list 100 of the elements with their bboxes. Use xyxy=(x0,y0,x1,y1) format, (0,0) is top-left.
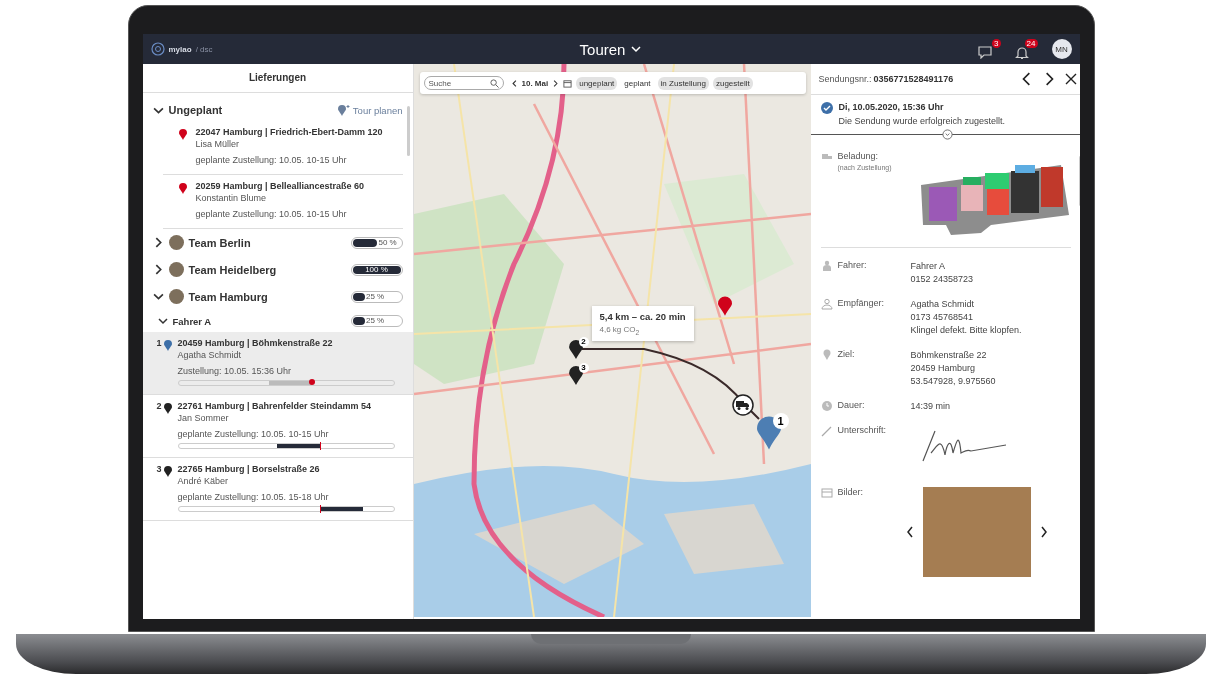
truck-icon xyxy=(731,394,754,416)
field-label: Empfänger: xyxy=(837,298,886,308)
stop-number: 3 xyxy=(156,464,162,476)
field-value: 14:39 min xyxy=(910,400,951,413)
delivery-time: geplante Zustellung: 10.05. 10-15 Uhr xyxy=(177,429,330,439)
field-value: Klingel defekt. Bitte klopfen. xyxy=(910,324,1022,337)
shipment-number-label: Sendungsnr.: xyxy=(818,74,872,84)
view-dropdown[interactable]: Touren xyxy=(579,40,643,58)
field-value: 0173 45768541 xyxy=(910,311,975,324)
messages-button[interactable]: 3 xyxy=(977,39,1001,59)
chevron-down-icon xyxy=(157,316,168,326)
scrollbar[interactable] xyxy=(406,106,410,156)
stop-number: 3 xyxy=(578,363,589,373)
delivery-time: Zustellung: 10.05. 15:36 Uhr xyxy=(177,366,293,376)
percent-label: 50 % xyxy=(377,237,397,248)
delivery-time: geplante Zustellung: 10.05. 15-18 Uhr xyxy=(177,492,330,502)
percent-label: 25 % xyxy=(365,291,385,302)
filter-chip[interactable]: zugestellt xyxy=(712,76,753,90)
map-pin-icon xyxy=(163,466,172,477)
field-value: 20459 Hamburg xyxy=(910,362,977,375)
team-toggle[interactable]: Team Hamburg xyxy=(152,289,268,304)
route-distance: 5,4 km – ca. 20 min xyxy=(599,311,686,322)
date-label: 10. Mai xyxy=(521,78,549,88)
group-toggle[interactable]: Ungeplant xyxy=(152,104,223,116)
recipient-name: André Käber xyxy=(177,475,230,487)
panel-title: Lieferungen xyxy=(142,64,413,93)
pin-plus-icon xyxy=(337,104,350,116)
count-badge: 24 xyxy=(1024,38,1038,48)
count-badge: 3 xyxy=(992,39,1001,48)
user-avatar[interactable]: MN xyxy=(1051,39,1072,59)
map-pin-icon xyxy=(568,340,583,359)
stop-number: 2 xyxy=(156,401,162,413)
co2-label: 4,6 kg CO$_{2}$ xyxy=(599,325,641,336)
percent-label: 25 % xyxy=(365,316,385,326)
field-label: Dauer: xyxy=(837,400,866,410)
recipient-name: Lisa Müller xyxy=(195,138,240,150)
delivery-time: geplante Zustellung: 10.05. 10-15 Uhr xyxy=(195,155,348,165)
avatar-placeholder xyxy=(168,235,184,250)
chevron-right-icon[interactable] xyxy=(1038,525,1049,539)
field-value: Fahrer A xyxy=(910,260,946,273)
recipient-name: Jan Sommer xyxy=(177,412,230,424)
stop-number: 2 xyxy=(578,337,589,347)
chat-icon xyxy=(977,46,992,59)
delivery-address: 22765 Hamburg | Borselstraße 26 xyxy=(177,464,321,475)
field-label: Unterschrift: xyxy=(837,425,887,435)
status-message: Die Sendung wurde erfolgreich zugestellt. xyxy=(838,116,1007,126)
recipient-name: Agatha Schmidt xyxy=(177,349,243,361)
avatar-placeholder xyxy=(168,289,184,304)
map-pin-icon xyxy=(163,403,172,414)
delivery-address: 20259 Hamburg | Bellealliancestraße 60 xyxy=(195,181,366,192)
stop-item[interactable]: 2 22761 Hamburg | Bahrenfelder Steindamm 54 Jan Sommer geplante Zustellung: 10.05. 10-15 Uhr xyxy=(142,395,413,458)
search-field[interactable]: Suche xyxy=(423,76,504,90)
filter-chip[interactable]: geplant xyxy=(621,76,654,90)
team-toggle[interactable]: Team Berlin xyxy=(152,235,251,250)
field-label: Bilder: xyxy=(837,487,864,497)
expand-icon[interactable] xyxy=(942,129,953,140)
filter-chip[interactable]: ungeplant xyxy=(576,76,618,90)
check-circle-icon xyxy=(820,102,833,114)
map-pin-icon xyxy=(568,366,583,385)
delivery-address: 22047 Hamburg | Friedrich-Ebert-Damm 120 xyxy=(195,127,384,138)
chevron-left-icon[interactable] xyxy=(904,525,915,539)
filter-chip[interactable]: in Zustellung xyxy=(657,76,709,90)
field-value: Böhmkenstraße 22 xyxy=(910,349,988,362)
map-pin-icon xyxy=(178,183,187,194)
notifications-button[interactable]: 24 xyxy=(1014,38,1038,60)
logo-text: mylao xyxy=(168,44,192,54)
shipment-number: 0356771528491176 xyxy=(873,74,954,84)
stop-item[interactable]: 3 22765 Hamburg | Borselstraße 26 André Käber geplante Zustellung: 10.05. 15-18 Uhr xyxy=(142,458,413,521)
avatar-placeholder xyxy=(168,262,184,277)
field-value: 0152 24358723 xyxy=(910,273,974,286)
delivery-address: 20459 Hamburg | Böhmkenstraße 22 xyxy=(177,338,334,349)
chevron-down-icon xyxy=(630,44,643,54)
previous-icon[interactable] xyxy=(1020,72,1033,86)
stop-item[interactable]: 1 20459 Hamburg | Böhmkenstraße 22 Agatha Schmidt Zustellung: 10.05. 15:36 Uhr xyxy=(142,332,413,395)
recipient-name: Konstantin Blume xyxy=(195,192,268,204)
map-pin-icon xyxy=(178,129,187,140)
team-toggle[interactable]: Team Heidelberg xyxy=(152,262,277,277)
plan-tour-link[interactable]: Tour planen xyxy=(337,104,403,116)
field-label: Beladung: xyxy=(837,151,880,161)
chevron-left-icon[interactable] xyxy=(510,78,518,88)
image-icon xyxy=(820,487,833,499)
percent-label: 100 % xyxy=(364,264,389,275)
field-value: 53.547928, 9.975560 xyxy=(910,375,996,388)
calendar-icon[interactable] xyxy=(563,78,573,88)
logo-suffix: / dsc xyxy=(195,44,213,54)
person-outline-icon xyxy=(820,298,833,310)
field-label: Fahrer: xyxy=(837,260,868,270)
field-value: Agatha Schmidt xyxy=(910,298,976,311)
bell-icon xyxy=(1014,45,1029,60)
chevron-down-icon xyxy=(152,291,164,302)
pen-icon xyxy=(820,425,833,437)
close-icon[interactable] xyxy=(1064,73,1077,85)
delivery-address: 22761 Hamburg | Bahrenfelder Steindamm 54 xyxy=(177,401,373,412)
driver-toggle[interactable]: Fahrer A xyxy=(157,315,212,327)
field-label: Ziel: xyxy=(837,349,856,359)
person-icon xyxy=(820,260,833,272)
logo-icon xyxy=(150,42,165,56)
map-pin-icon xyxy=(717,296,732,316)
status-date: Di, 10.05.2020, 15:36 Uhr xyxy=(838,102,945,112)
clock-icon xyxy=(820,400,833,412)
